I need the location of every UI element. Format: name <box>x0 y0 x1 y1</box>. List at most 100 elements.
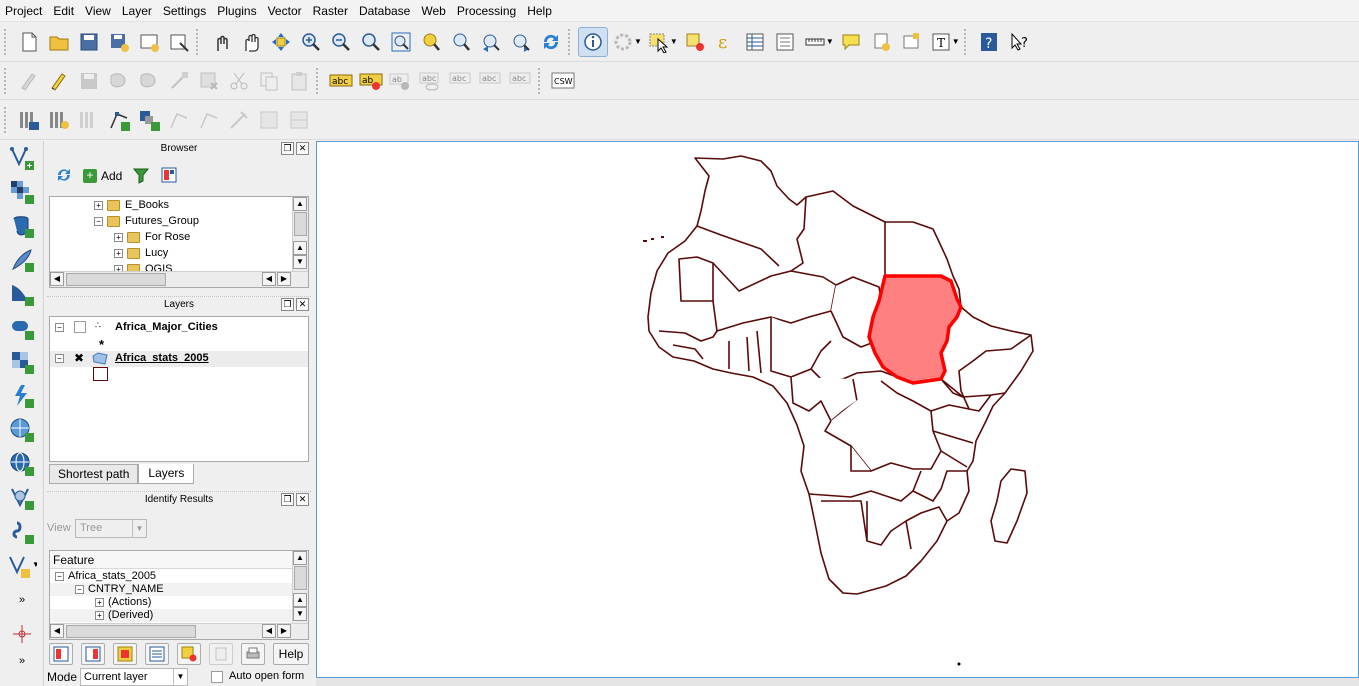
layer-item-stats[interactable]: − ✖ Africa_stats_2005 <box>50 351 308 367</box>
show-hide-labels-icon[interactable]: abc <box>416 66 446 96</box>
scroll-up-icon[interactable]: ▲ <box>293 197 307 211</box>
menu-help[interactable]: Help <box>522 0 558 22</box>
new-print-composer-icon[interactable] <box>134 27 164 57</box>
browser-vertical-scrollbar[interactable]: ▲ ▲ ▼ <box>292 197 308 271</box>
fill-ring-icon[interactable] <box>164 105 194 135</box>
add-oracle-layer-icon[interactable] <box>2 311 42 345</box>
toolbar-grip[interactable] <box>4 106 10 133</box>
scroll-down-icon[interactable]: ▼ <box>293 607 307 621</box>
collapse-icon[interactable]: − <box>55 571 64 581</box>
pan-map-icon[interactable] <box>236 27 266 57</box>
delete-selected-icon[interactable] <box>194 66 224 96</box>
collapse-icon[interactable]: − <box>75 584 84 594</box>
more-tools-chevron-icon[interactable]: » <box>2 583 42 617</box>
float-panel-icon[interactable]: ❐ <box>281 493 294 506</box>
pan-to-selection-icon[interactable] <box>266 27 296 57</box>
toolbar-grip[interactable] <box>963 28 970 55</box>
scroll-thumb[interactable] <box>66 273 166 286</box>
browser-horizontal-scrollbar[interactable]: ◀ ◀ ▶ <box>50 271 308 287</box>
browser-tree[interactable]: + E_Books − Futures_Group + For Rose + Lucy … <box>49 196 309 288</box>
add-wcs-layer-icon[interactable] <box>2 413 42 447</box>
new-shapefile-layer-icon[interactable]: ▼ <box>2 549 42 583</box>
chevron-down-icon[interactable]: ▼ <box>173 669 187 685</box>
identify-horizontal-scrollbar[interactable]: ◀ ◀ ▶ <box>50 623 308 639</box>
chevron-down-icon[interactable]: ▼ <box>826 37 834 46</box>
deselect-features-icon[interactable] <box>680 27 710 57</box>
expand-icon[interactable]: + <box>95 610 104 620</box>
scroll-up-icon[interactable]: ▲ <box>293 241 307 255</box>
copy-feature-button[interactable] <box>209 643 233 665</box>
reshape-features-icon[interactable] <box>224 105 254 135</box>
add-virtual-layer-icon[interactable] <box>2 481 42 515</box>
identify-result-row[interactable]: − CNTRY_NAME <box>50 583 292 596</box>
toolbar-grip[interactable] <box>4 67 10 94</box>
add-spatialite-layer-icon[interactable] <box>2 243 42 277</box>
browser-item[interactable]: + QGIS <box>50 261 292 271</box>
auto-open-form-checkbox[interactable] <box>211 671 223 683</box>
field-calculator-icon[interactable] <box>770 27 800 57</box>
float-panel-icon[interactable]: ❐ <box>281 142 294 155</box>
add-part-icon[interactable] <box>134 105 164 135</box>
toolbar-grip[interactable] <box>196 28 202 55</box>
close-panel-icon[interactable]: ✕ <box>296 493 309 506</box>
add-vector-layer-icon[interactable] <box>2 141 42 175</box>
move-feature-icon[interactable] <box>134 66 164 96</box>
save-as-icon[interactable] <box>104 27 134 57</box>
chevron-down-icon[interactable]: ▼ <box>670 37 678 46</box>
menu-database[interactable]: Database <box>354 0 416 22</box>
offline-sync-icon[interactable] <box>74 105 104 135</box>
identify-results-tree[interactable]: Feature − Africa_stats_2005− CNTRY_NAME + (A… <box>49 550 309 640</box>
copy-features-icon[interactable] <box>254 66 284 96</box>
add-wfs-layer-icon[interactable] <box>2 447 42 481</box>
cut-features-icon[interactable] <box>224 66 254 96</box>
add-mssql-layer-icon[interactable] <box>2 277 42 311</box>
add-ring-icon[interactable] <box>104 105 134 135</box>
collapse-icon[interactable]: − <box>55 354 64 363</box>
offset-curve-icon[interactable] <box>254 105 284 135</box>
menu-raster[interactable]: Raster <box>308 0 354 22</box>
save-layer-edits-icon[interactable] <box>74 66 104 96</box>
close-panel-icon[interactable]: ✕ <box>296 298 309 311</box>
run-feature-action-icon[interactable] <box>608 27 638 57</box>
add-db2-layer-icon[interactable] <box>2 345 42 379</box>
layers-tree[interactable]: − ∴ Africa_Major_Cities * − ✖ Africa_sta… <box>49 316 309 462</box>
layer-item-cities[interactable]: − ∴ Africa_Major_Cities * <box>55 320 305 352</box>
feature-column-header[interactable]: Feature <box>50 551 292 569</box>
scroll-down-icon[interactable]: ▼ <box>293 255 307 269</box>
whats-this-icon[interactable]: ? <box>1004 27 1034 57</box>
toolbar-grip[interactable] <box>538 67 544 94</box>
add-feature-icon[interactable] <box>104 66 134 96</box>
identify-result-row[interactable]: + (Derived) <box>50 609 292 622</box>
scroll-left-icon[interactable]: ◀ <box>50 272 64 286</box>
select-by-expression-icon[interactable]: ε <box>710 27 740 57</box>
toggle-editing-icon[interactable] <box>44 66 74 96</box>
zoom-to-selection-icon[interactable] <box>416 27 446 57</box>
filter-browser-icon[interactable] <box>132 166 150 187</box>
rotate-label-icon[interactable]: abc <box>476 66 506 96</box>
map-tips-icon[interactable] <box>836 27 866 57</box>
scroll-up-icon[interactable]: ▲ <box>293 593 307 607</box>
menu-project[interactable]: Project <box>0 0 48 22</box>
toolbar-grip[interactable] <box>568 28 574 55</box>
scroll-thumb[interactable] <box>66 625 196 638</box>
highlight-pinned-labels-icon[interactable]: ab <box>386 66 416 96</box>
zoom-last-icon[interactable] <box>476 27 506 57</box>
new-project-icon[interactable] <box>14 27 44 57</box>
identify-result-row[interactable]: − Africa_stats_2005 <box>50 570 292 583</box>
pin-labels-icon[interactable]: ab <box>356 66 386 96</box>
save-project-icon[interactable] <box>74 27 104 57</box>
africa-map[interactable] <box>317 142 1358 677</box>
scroll-left-icon[interactable]: ◀ <box>50 624 64 638</box>
zoom-native-resolution-icon[interactable] <box>356 27 386 57</box>
browser-item[interactable]: − Futures_Group <box>50 213 292 229</box>
menu-processing[interactable]: Processing <box>452 0 522 22</box>
menu-vector[interactable]: Vector <box>263 0 308 22</box>
metasearch-csw-icon[interactable]: CSW <box>548 66 578 96</box>
change-label-icon[interactable]: abc <box>506 66 536 96</box>
map-canvas[interactable] <box>316 141 1359 678</box>
plugin-layers-icon[interactable] <box>44 105 74 135</box>
add-wms-layer-icon[interactable] <box>2 379 42 413</box>
browser-item[interactable]: + For Rose <box>50 229 292 245</box>
collapse-tree-button[interactable] <box>81 643 105 665</box>
menu-view[interactable]: View <box>80 0 117 22</box>
